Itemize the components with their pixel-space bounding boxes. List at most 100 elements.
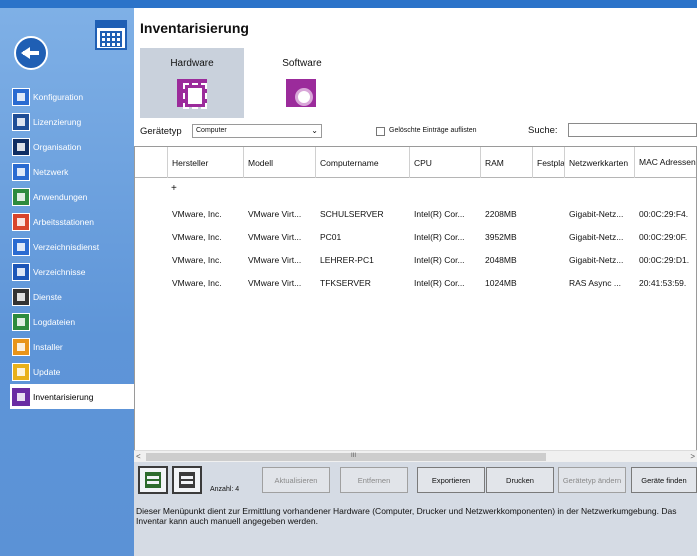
sidebar-item-label: Lizenzierung: [33, 116, 82, 127]
table-cell: PC01: [320, 232, 342, 242]
sidebar-item-label: Installer: [33, 341, 63, 352]
tab-software-label: Software: [282, 58, 322, 69]
top-accent-bar: [0, 0, 697, 8]
new-row-marker[interactable]: +: [171, 183, 177, 194]
column-header[interactable]: RAM: [481, 147, 533, 178]
device-type-select[interactable]: Computer ⌄: [192, 124, 322, 138]
tab-software[interactable]: Software: [250, 48, 354, 118]
table-row[interactable]: VMware, Inc. VMware Virt... LEHRER-PC1 I…: [135, 249, 696, 271]
table-cell: Gigabit-Netz...: [569, 255, 624, 265]
column-header[interactable]: Festpla: [533, 147, 565, 178]
sidebar-item-lizenzierung[interactable]: Lizenzierung: [10, 109, 134, 134]
table-cell: [533, 203, 565, 225]
sidebar-item-verzeichnisdienst[interactable]: Verzeichnisdienst: [10, 234, 134, 259]
workstation-icon: [12, 212, 30, 231]
sidebar-item-label: Logdateien: [33, 316, 76, 327]
sidebar-item-label: Update: [33, 366, 61, 377]
column-header[interactable]: Hersteller: [168, 147, 244, 178]
table-cell: 2048MB: [485, 255, 517, 265]
table-cell: RAS Async ...: [569, 278, 621, 288]
table-cell: VMware, Inc.: [172, 278, 222, 288]
table-row[interactable]: VMware, Inc. VMware Virt... SCHULSERVER …: [135, 203, 696, 225]
sidebar-item-label: Dienste: [33, 291, 62, 302]
tab-hardware-label: Hardware: [170, 58, 214, 69]
column-header[interactable]: Modell: [244, 147, 316, 178]
table-cell: LEHRER-PC1: [320, 255, 374, 265]
show-deleted-label: Gelöschte Einträge auflisten: [389, 127, 477, 134]
table-cell: [533, 226, 565, 248]
chevron-down-icon: ⌄: [311, 126, 318, 135]
disc-icon: [286, 79, 316, 107]
inventory-icon: [12, 387, 30, 406]
sidebar-item-konfiguration[interactable]: Konfiguration: [10, 84, 134, 109]
list-icon: [179, 472, 195, 488]
status-description: Dieser Menüpunkt dient zur Ermittlung vo…: [136, 506, 677, 526]
scroll-left-arrow[interactable]: <: [136, 452, 141, 461]
grid-header: Hersteller Modell Computername CPU RAM F…: [135, 147, 696, 178]
scroll-right-arrow[interactable]: >: [690, 452, 695, 461]
sidebar-item-netzwerk[interactable]: Netzwerk: [10, 159, 134, 184]
sidebar-item-label: Arbeitsstationen: [33, 216, 94, 227]
checklist-view-button[interactable]: [138, 466, 168, 494]
sidebar-item-installer[interactable]: Installer: [10, 334, 134, 359]
installer-download-icon: [12, 337, 30, 356]
list-view-button[interactable]: [172, 466, 202, 494]
table-row[interactable]: VMware, Inc. VMware Virt... PC01 Intel(R…: [135, 226, 696, 248]
table-cell: Intel(R) Cor...: [414, 255, 465, 265]
table-cell: Intel(R) Cor...: [414, 209, 465, 219]
refresh-button[interactable]: Aktualisieren: [262, 467, 330, 493]
column-header[interactable]: MAC Adressen: [635, 147, 696, 178]
calendar-icon[interactable]: [95, 20, 127, 50]
search-label: Suche:: [528, 125, 558, 136]
table-cell: VMware, Inc.: [172, 209, 222, 219]
services-icon: [12, 287, 30, 306]
application-window-icon: [12, 187, 30, 206]
sidebar-item-dienste[interactable]: Dienste: [10, 284, 134, 309]
find-devices-button[interactable]: Geräte finden: [631, 467, 697, 493]
horizontal-scrollbar[interactable]: < III >: [134, 450, 697, 462]
show-deleted-checkbox[interactable]: [376, 127, 385, 136]
sidebar-item-anwendungen[interactable]: Anwendungen: [10, 184, 134, 209]
table-cell: 00:0C:29:0F.: [639, 232, 688, 242]
sidebar-item-label: Inventarisierung: [33, 391, 94, 402]
network-icon: [12, 162, 30, 181]
table-cell: TFKSERVER: [320, 278, 371, 288]
export-button[interactable]: Exportieren: [417, 467, 485, 493]
table-cell: 1024MB: [485, 278, 517, 288]
table-cell: Intel(R) Cor...: [414, 278, 465, 288]
table-cell: 00:0C:29:D1.: [639, 255, 690, 265]
sidebar-item-update[interactable]: Update: [10, 359, 134, 384]
table-cell: Gigabit-Netz...: [569, 232, 624, 242]
table-cell: VMware Virt...: [248, 209, 302, 219]
app-window: Konfiguration Lizenzierung Organisation …: [0, 0, 697, 556]
remove-button[interactable]: Entfernen: [340, 467, 408, 493]
change-device-type-button[interactable]: Gerätetyp ändern: [558, 467, 626, 493]
table-cell: 3952MB: [485, 232, 517, 242]
sidebar-nav: Konfiguration Lizenzierung Organisation …: [10, 84, 134, 409]
column-header[interactable]: CPU: [410, 147, 481, 178]
table-cell: Gigabit-Netz...: [569, 209, 624, 219]
sidebar-item-label: Organisation: [33, 141, 82, 152]
sidebar-item-verzeichnisse[interactable]: Verzeichnisse: [10, 259, 134, 284]
building-icon: [12, 137, 30, 156]
page-title: Inventarisierung: [140, 20, 249, 36]
table-row[interactable]: VMware, Inc. VMware Virt... TFKSERVER In…: [135, 272, 696, 294]
scrollbar-thumb[interactable]: III: [146, 453, 546, 461]
search-input[interactable]: [568, 123, 697, 137]
tab-hardware[interactable]: Hardware: [140, 48, 244, 118]
sidebar-item-inventarisierung[interactable]: Inventarisierung: [10, 384, 134, 409]
table-cell: 20:41:53:59.: [639, 278, 687, 288]
log-file-icon: [12, 312, 30, 331]
sidebar-item-organisation[interactable]: Organisation: [10, 134, 134, 159]
column-header[interactable]: Netzwerkkarten: [565, 147, 635, 178]
folder-icon: [12, 262, 30, 281]
table-cell: VMware Virt...: [248, 255, 302, 265]
column-header[interactable]: Computername: [316, 147, 410, 178]
gear-icon: [12, 87, 30, 106]
sidebar-item-logdateien[interactable]: Logdateien: [10, 309, 134, 334]
print-button[interactable]: Drucken: [486, 467, 554, 493]
back-arrow-icon[interactable]: [14, 36, 48, 70]
table-cell: 2208MB: [485, 209, 517, 219]
hardware-grid: Hersteller Modell Computername CPU RAM F…: [134, 146, 697, 460]
sidebar-item-arbeitsstationen[interactable]: Arbeitsstationen: [10, 209, 134, 234]
